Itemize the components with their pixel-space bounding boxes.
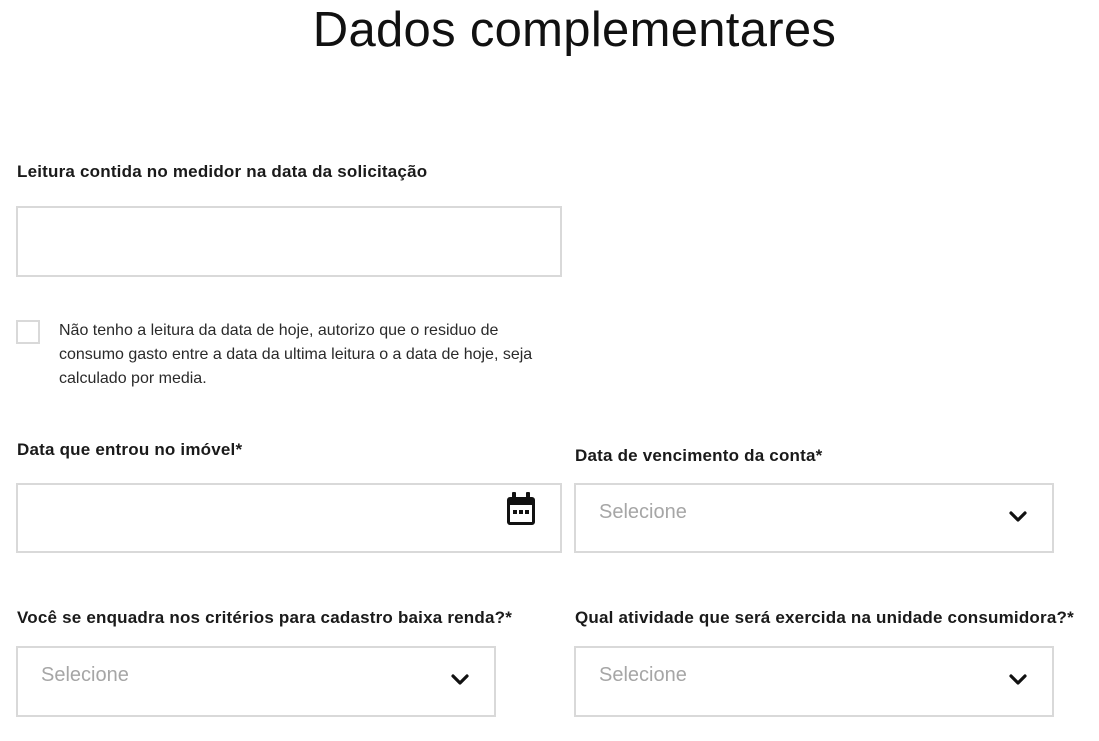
move-in-date-input[interactable]: [16, 483, 562, 553]
chevron-down-icon: [1009, 674, 1027, 685]
no-reading-checkbox[interactable]: [16, 320, 40, 344]
page-title: Dados complementares: [312, 3, 837, 57]
activity-placeholder: Selecione: [599, 664, 687, 686]
meter-reading-label: Leitura contida no medidor na data da so…: [17, 162, 428, 181]
chevron-down-icon: [451, 674, 469, 685]
move-in-date-label: Data que entrou no imóvel*: [17, 440, 243, 459]
due-date-select[interactable]: Selecione: [574, 483, 1054, 553]
meter-reading-input[interactable]: [16, 206, 562, 277]
activity-select[interactable]: Selecione: [574, 646, 1054, 717]
low-income-label: Você se enquadra nos critérios para cada…: [17, 608, 513, 627]
low-income-placeholder: Selecione: [41, 664, 129, 686]
due-date-label: Data de vencimento da conta*: [575, 446, 823, 465]
due-date-placeholder: Selecione: [599, 501, 687, 523]
activity-label: Qual atividade que será exercida na unid…: [575, 608, 1074, 627]
no-reading-checkbox-text: Não tenho a leitura da data de hoje, aut…: [59, 322, 533, 387]
chevron-down-icon: [1009, 511, 1027, 522]
calendar-icon[interactable]: [504, 491, 538, 529]
low-income-select[interactable]: Selecione: [16, 646, 496, 717]
